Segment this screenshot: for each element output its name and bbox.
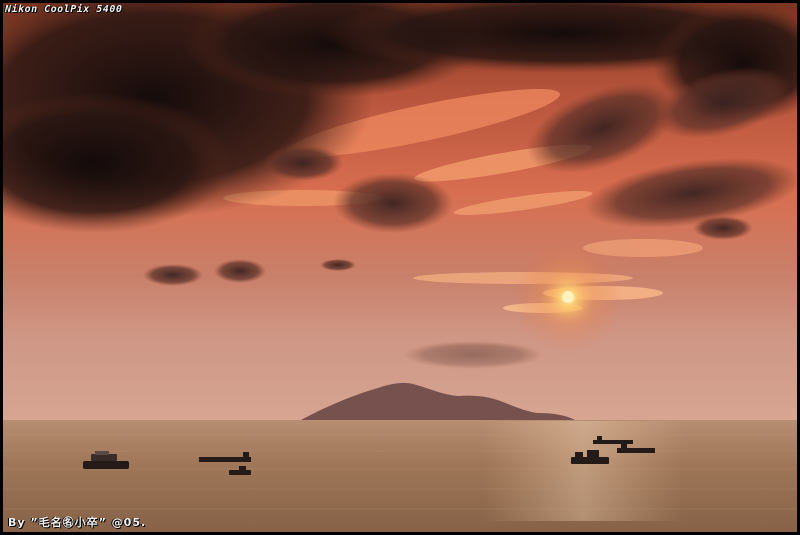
camera-watermark: Nikon CoolPix 5400 <box>5 4 123 15</box>
photo-frame: Nikon CoolPix 5400 By ”毛名㊔小卒” @05. <box>0 0 800 535</box>
sun-reflection <box>483 421 683 521</box>
sunset-scene <box>3 3 797 532</box>
credit-watermark: By ”毛名㊔小卒” @05. <box>8 516 147 529</box>
sun <box>562 291 574 303</box>
sunset-photo <box>3 3 797 532</box>
